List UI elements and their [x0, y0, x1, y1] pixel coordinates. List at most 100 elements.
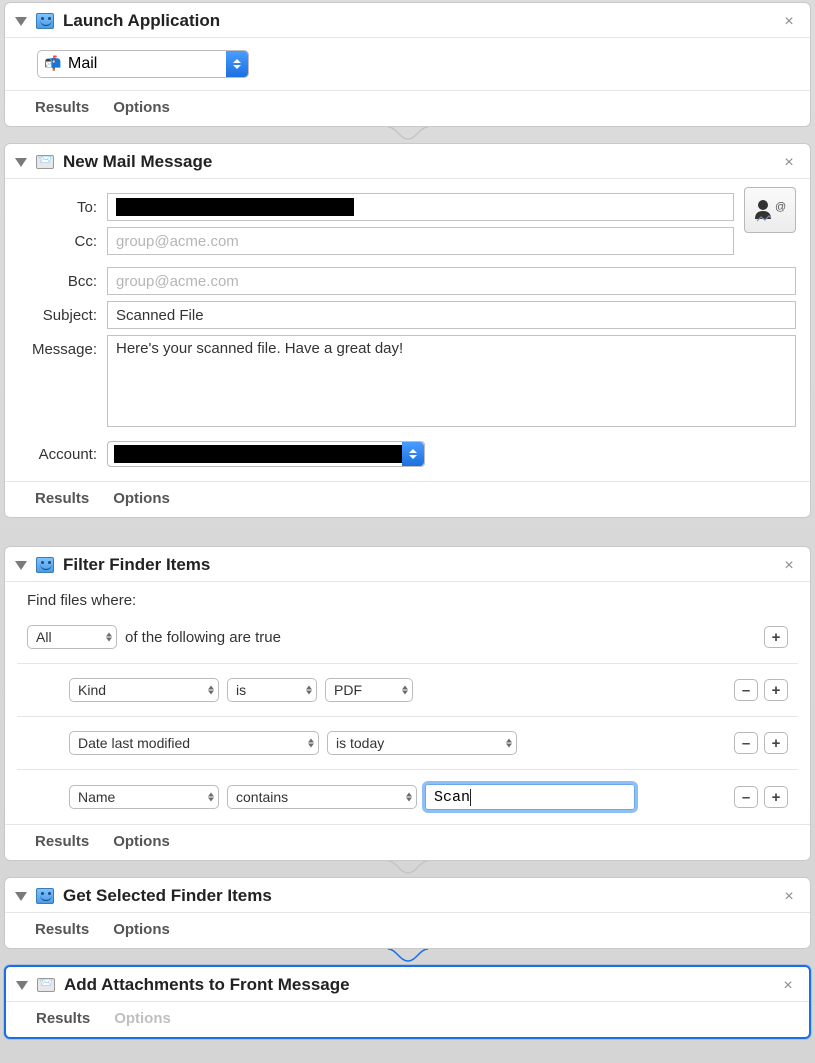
subject-field[interactable]: [107, 301, 796, 329]
disclosure-triangle-icon[interactable]: [16, 981, 28, 990]
results-tab[interactable]: Results: [36, 1010, 90, 1027]
action-title: Launch Application: [63, 11, 220, 31]
rule-operator-value: is today: [336, 735, 384, 751]
options-tab[interactable]: Options: [113, 99, 170, 116]
action-title: Get Selected Finder Items: [63, 886, 272, 906]
results-tab[interactable]: Results: [35, 99, 89, 116]
action-footer: Results Options: [6, 1001, 809, 1037]
to-label: To:: [19, 199, 107, 216]
action-footer: Results Options: [5, 481, 810, 517]
flow-connector-icon: [0, 949, 815, 965]
close-icon[interactable]: ×: [780, 154, 798, 172]
finder-app-icon: [35, 555, 55, 575]
rule-attribute-select[interactable]: Date last modified: [69, 731, 319, 755]
options-tab[interactable]: Options: [113, 490, 170, 507]
filter-rule: Kind is PDF – +: [27, 674, 788, 706]
add-rule-button[interactable]: +: [764, 679, 788, 701]
redacted-value: [116, 198, 354, 216]
rule-value: PDF: [334, 682, 362, 698]
rule-attribute-select[interactable]: Kind: [69, 678, 219, 702]
launch-application-action: Launch Application × 📬 Mail Results Opti…: [4, 2, 811, 127]
disclosure-triangle-icon[interactable]: [15, 561, 27, 570]
action-title: New Mail Message: [63, 152, 212, 172]
add-rule-button[interactable]: +: [764, 786, 788, 808]
close-icon[interactable]: ×: [780, 557, 798, 575]
select-stepper-icon: [402, 442, 424, 466]
filter-finder-items-action: Filter Finder Items × Find files where: …: [4, 546, 811, 861]
close-icon[interactable]: ×: [780, 13, 798, 31]
application-select[interactable]: 📬 Mail: [37, 50, 249, 78]
close-icon[interactable]: ×: [780, 888, 798, 906]
to-field[interactable]: [107, 193, 734, 221]
finder-app-icon: [35, 11, 55, 31]
select-stepper-icon: [226, 51, 248, 77]
mail-app-icon: 📬: [44, 55, 62, 73]
select-stepper-icon: [308, 739, 314, 748]
select-stepper-icon: [106, 633, 112, 642]
rule-operator-select[interactable]: contains: [227, 785, 417, 809]
rule-value-select[interactable]: PDF: [325, 678, 413, 702]
options-tab[interactable]: Options: [113, 921, 170, 938]
select-stepper-icon: [208, 686, 214, 695]
select-stepper-icon: [406, 793, 412, 802]
contacts-picker-button[interactable]: @: [744, 187, 796, 233]
rule-operator-select[interactable]: is today: [327, 731, 517, 755]
mail-script-icon: [35, 152, 55, 172]
cc-field[interactable]: [107, 227, 734, 255]
rule-attribute-value: Kind: [78, 682, 106, 698]
subject-label: Subject:: [19, 307, 107, 324]
cc-label: Cc:: [19, 233, 107, 250]
message-label: Message:: [19, 335, 107, 358]
rule-attribute-value: Date last modified: [78, 735, 190, 751]
flow-connector-icon: [0, 127, 815, 143]
action-footer: Results Options: [5, 90, 810, 126]
remove-rule-button[interactable]: –: [734, 679, 758, 701]
rule-attribute-value: Name: [78, 789, 115, 805]
disclosure-triangle-icon[interactable]: [15, 892, 27, 901]
remove-rule-button[interactable]: –: [734, 786, 758, 808]
get-selected-finder-items-action: Get Selected Finder Items × Results Opti…: [4, 877, 811, 949]
action-footer: Results Options: [5, 912, 810, 948]
rule-text-value: Scan: [434, 789, 471, 806]
bcc-field[interactable]: [107, 267, 796, 295]
options-tab[interactable]: Options: [113, 833, 170, 850]
close-icon[interactable]: ×: [779, 977, 797, 995]
filter-prompt: Find files where:: [27, 592, 788, 609]
finder-app-icon: [35, 886, 55, 906]
results-tab[interactable]: Results: [35, 490, 89, 507]
add-rule-button[interactable]: +: [764, 626, 788, 648]
select-stepper-icon: [402, 686, 408, 695]
disclosure-triangle-icon[interactable]: [15, 158, 27, 167]
select-stepper-icon: [306, 686, 312, 695]
match-suffix: of the following are true: [125, 629, 281, 646]
rule-text-input[interactable]: Scan: [425, 784, 635, 810]
action-title: Filter Finder Items: [63, 555, 210, 575]
rule-attribute-select[interactable]: Name: [69, 785, 219, 809]
rule-operator-value: is: [236, 682, 246, 698]
select-stepper-icon: [208, 793, 214, 802]
options-tab: Options: [114, 1010, 171, 1027]
match-mode-value: All: [36, 629, 52, 645]
application-select-value: Mail: [68, 55, 97, 73]
add-rule-button[interactable]: +: [764, 732, 788, 754]
filter-rule: Date last modified is today – +: [27, 727, 788, 759]
redacted-value: [114, 445, 414, 463]
contacts-icon: @: [753, 197, 787, 223]
disclosure-triangle-icon[interactable]: [15, 17, 27, 26]
new-mail-message-action: New Mail Message × To: Cc: @: [4, 143, 811, 518]
message-field[interactable]: [107, 335, 796, 427]
rule-operator-select[interactable]: is: [227, 678, 317, 702]
bcc-label: Bcc:: [19, 273, 107, 290]
action-title: Add Attachments to Front Message: [64, 975, 350, 995]
mail-script-icon: [36, 975, 56, 995]
results-tab[interactable]: Results: [35, 833, 89, 850]
select-stepper-icon: [506, 739, 512, 748]
match-mode-select[interactable]: All: [27, 625, 117, 649]
flow-connector-icon: [0, 861, 815, 877]
account-select[interactable]: [107, 441, 425, 467]
remove-rule-button[interactable]: –: [734, 732, 758, 754]
results-tab[interactable]: Results: [35, 921, 89, 938]
filter-rule: Name contains Scan – +: [27, 780, 788, 814]
account-label: Account:: [19, 446, 107, 463]
svg-text:@: @: [775, 201, 786, 213]
